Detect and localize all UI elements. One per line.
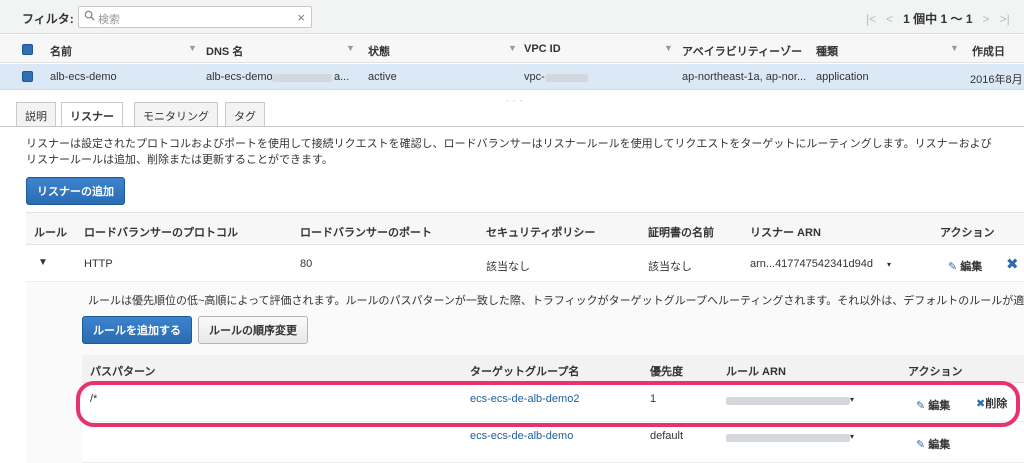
filter-bar: フィルタ: 検索 × |< < 1 個中 1 ～ 1 > >|: [0, 0, 1024, 34]
highlight-annotation: [76, 381, 1020, 427]
tab-listeners[interactable]: リスナー: [61, 102, 123, 127]
header-target: ターゲットグループ名: [470, 366, 580, 378]
header-port: ロードバランサーのポート: [300, 227, 432, 239]
listener-table-header: ルール ロードバランサーのプロトコル ロードバランサーのポート セキュリティポリ…: [26, 212, 1024, 245]
next-page-button[interactable]: >: [983, 12, 990, 26]
listener-policy: 該当なし: [486, 261, 530, 273]
row-checkbox[interactable]: [22, 71, 33, 82]
select-all-checkbox[interactable]: [22, 44, 33, 55]
edit-label: 編集: [928, 439, 951, 451]
rule-edit-button[interactable]: ✎ 編集: [916, 436, 950, 452]
listener-protocol: HTTP: [84, 258, 113, 270]
header-rule-arn: ルール ARN: [726, 366, 786, 378]
tab-description[interactable]: 説明: [16, 102, 56, 126]
column-created[interactable]: 作成日: [972, 43, 1005, 59]
listener-description: リスナーは設定されたプロトコルおよびポートを使用して接続リクエストを確認し、ロー…: [26, 136, 1016, 168]
redacted-text: [546, 74, 588, 82]
lb-dns-suffix: a...: [334, 71, 350, 83]
column-vpc[interactable]: VPC ID: [524, 43, 561, 55]
header-policy: セキュリティポリシー: [486, 227, 596, 239]
lb-type: application: [816, 71, 869, 83]
reorder-rules-button[interactable]: ルールの順序変更: [198, 316, 308, 344]
listener-port: 80: [300, 258, 313, 270]
header-rule-action: アクション: [908, 366, 963, 378]
resize-handle[interactable]: - - -: [506, 96, 523, 105]
pencil-icon: ✎: [916, 439, 926, 451]
edit-label: 編集: [960, 261, 983, 273]
expand-icon[interactable]: ▼: [38, 257, 48, 268]
column-type[interactable]: 種類: [816, 43, 838, 59]
last-page-button[interactable]: >|: [1000, 12, 1010, 26]
add-listener-button[interactable]: リスナーの追加: [26, 177, 125, 205]
rule-priority: default: [650, 430, 684, 442]
redacted-text: [272, 74, 332, 82]
page-info: 1 個中 1 ～ 1: [903, 12, 973, 26]
sort-icon[interactable]: ▼: [664, 43, 673, 53]
listener-arn[interactable]: arn...417747542341d94d: [750, 258, 873, 270]
column-dns[interactable]: DNS 名: [206, 43, 243, 59]
header-arn: リスナー ARN: [750, 227, 821, 239]
search-placeholder: 検索: [98, 14, 120, 26]
listener-description-line: リスナーは設定されたプロトコルおよびポートを使用して接続リクエストを確認し、ロー…: [26, 138, 992, 150]
filter-label: フィルタ:: [22, 12, 74, 26]
tab-monitoring[interactable]: モニタリング: [134, 102, 218, 126]
header-protocol: ロードバランサーのプロトコル: [84, 227, 238, 239]
column-name[interactable]: 名前: [50, 43, 72, 59]
listener-cert: 該当なし: [648, 261, 692, 273]
column-az[interactable]: アベイラビリティーゾー: [682, 43, 802, 59]
rule-target-link[interactable]: ecs-ecs-de-alb-demo: [470, 430, 573, 442]
tab-tags[interactable]: タグ: [225, 102, 265, 126]
dropdown-icon[interactable]: ▾: [887, 260, 891, 269]
sort-icon[interactable]: ▼: [508, 43, 517, 53]
header-action: アクション: [940, 227, 995, 239]
prev-page-button[interactable]: <: [886, 12, 893, 26]
pagination: |< < 1 個中 1 ～ 1 > >|: [866, 10, 1010, 27]
rules-description: ルールは優先順位の低~高順によって評価されます。ルールのパスパターンが一致した際…: [88, 295, 1024, 307]
lb-dns-prefix: alb-ecs-demo-: [206, 71, 277, 83]
lb-az: ap-northeast-1a, ap-nor...: [682, 71, 807, 83]
listener-description-line: リスナールールは追加、削除または更新することができます。: [26, 154, 333, 166]
lb-name: alb-ecs-demo: [50, 71, 117, 83]
pencil-icon: ✎: [948, 261, 958, 273]
list-header: 名前 ▼ DNS 名 ▼ 状態 ▼ VPC ID ▼ アベイラビリティーゾー 種…: [0, 35, 1024, 63]
add-rule-button[interactable]: ルールを追加する: [82, 316, 192, 344]
header-path: パスパターン: [90, 366, 156, 378]
rule-row: ecs-ecs-de-alb-demo default ▾ ✎ 編集: [82, 423, 1024, 463]
search-input[interactable]: 検索 ×: [78, 6, 312, 28]
sort-icon[interactable]: ▼: [346, 43, 355, 53]
lb-vpc-prefix: vpc-: [524, 71, 545, 83]
header-priority: 優先度: [650, 366, 683, 378]
lb-created: 2016年8月: [970, 74, 1023, 86]
listener-edit-button[interactable]: ✎ 編集: [948, 258, 982, 274]
clear-icon[interactable]: ×: [297, 10, 305, 25]
first-page-button[interactable]: |<: [866, 12, 876, 26]
dropdown-icon[interactable]: ▾: [850, 432, 854, 441]
lb-state: active: [368, 71, 397, 83]
header-rule: ルール: [34, 227, 67, 239]
column-state[interactable]: 状態: [368, 43, 390, 59]
close-icon[interactable]: ✖: [1006, 255, 1019, 273]
search-icon: [84, 10, 95, 21]
header-cert: 証明書の名前: [648, 227, 714, 239]
table-row[interactable]: alb-ecs-demo alb-ecs-demo- a... active v…: [0, 64, 1024, 90]
sort-icon[interactable]: ▼: [950, 43, 959, 53]
tab-divider: [0, 126, 1024, 127]
redacted-text: [726, 434, 850, 442]
rules-table-header: パスパターン ターゲットグループ名 優先度 ルール ARN アクション: [82, 355, 1024, 383]
listener-row: ▼ HTTP 80 該当なし 該当なし arn...417747542341d9…: [26, 246, 1024, 282]
sort-icon[interactable]: ▼: [188, 43, 197, 53]
